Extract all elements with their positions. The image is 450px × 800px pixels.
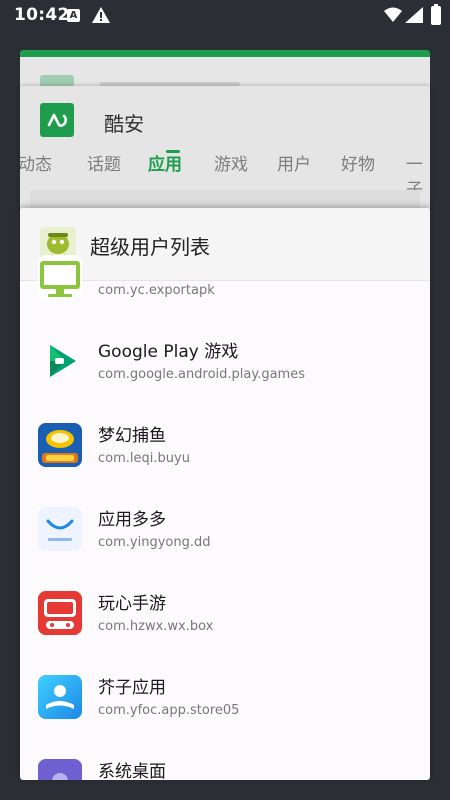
monitor-icon	[38, 255, 82, 299]
tab-dynamic[interactable]: 动态	[20, 150, 52, 175]
package-name: com.yc.exportapk	[98, 283, 215, 298]
yingyongduoduo-icon	[38, 507, 82, 551]
wifi-icon	[384, 7, 402, 22]
list-item[interactable]: 玩心手游 com.hzwx.wx.box	[20, 575, 430, 659]
tab-apps[interactable]: 应用	[148, 150, 182, 175]
tab-bar: 动态 话题 应用 游戏 用户 好物 一子	[20, 146, 430, 200]
a-notification-icon: A	[67, 9, 80, 22]
app-name: 玩心手游	[98, 594, 166, 614]
status-bar: 10:42 A	[0, 0, 450, 32]
tab-users[interactable]: 用户	[277, 150, 311, 175]
list-item[interactable]: Google Play 游戏 com.google.android.play.g…	[20, 323, 430, 407]
app-name: Google Play 游戏	[98, 342, 239, 362]
battery-icon	[431, 4, 441, 25]
play-games-icon	[38, 339, 82, 383]
tab-games[interactable]: 游戏	[214, 150, 248, 175]
list-item[interactable]: 梦幻捕鱼 com.leqi.buyu	[20, 407, 430, 491]
wanxin-icon	[38, 591, 82, 635]
app-name: 梦幻捕鱼	[98, 426, 166, 446]
package-name: com.hzwx.wx.box	[98, 619, 214, 634]
app-name: 系统桌面	[98, 762, 166, 780]
list-item[interactable]: 芥子应用 com.yfoc.app.store05	[20, 659, 430, 743]
app-name: 芥子应用	[98, 678, 166, 698]
active-tab-indicator	[166, 150, 180, 153]
list-item[interactable]: 应用多多 com.yingyong.dd	[20, 491, 430, 575]
status-time: 10:42	[14, 5, 70, 25]
list-item[interactable]: com.yc.exportapk	[20, 239, 430, 323]
package-name: com.yfoc.app.store05	[98, 703, 240, 718]
warning-icon	[92, 7, 110, 23]
tab-topic[interactable]: 话题	[87, 150, 121, 175]
list-item[interactable]: 系统桌面	[20, 743, 430, 780]
package-name: com.leqi.buyu	[98, 451, 190, 466]
recent-app-card-coolapk[interactable]: 酷安 动态 话题 应用 游戏 用户 好物 一子	[20, 86, 430, 216]
coolapk-icon	[40, 103, 74, 137]
jiezi-icon	[38, 675, 82, 719]
launcher-icon	[38, 759, 82, 780]
package-name: com.google.android.play.games	[98, 367, 305, 382]
app-title: 酷安	[104, 112, 144, 136]
tab-goods[interactable]: 好物	[341, 150, 375, 175]
app-name: 应用多多	[98, 510, 166, 530]
recent-app-card-superuser[interactable]: 超级用户列表 com.yc.exportapk Google Play 游戏 c…	[20, 208, 430, 780]
fishing-game-icon	[38, 423, 82, 467]
signal-icon	[405, 7, 423, 23]
package-name: com.yingyong.dd	[98, 535, 211, 550]
